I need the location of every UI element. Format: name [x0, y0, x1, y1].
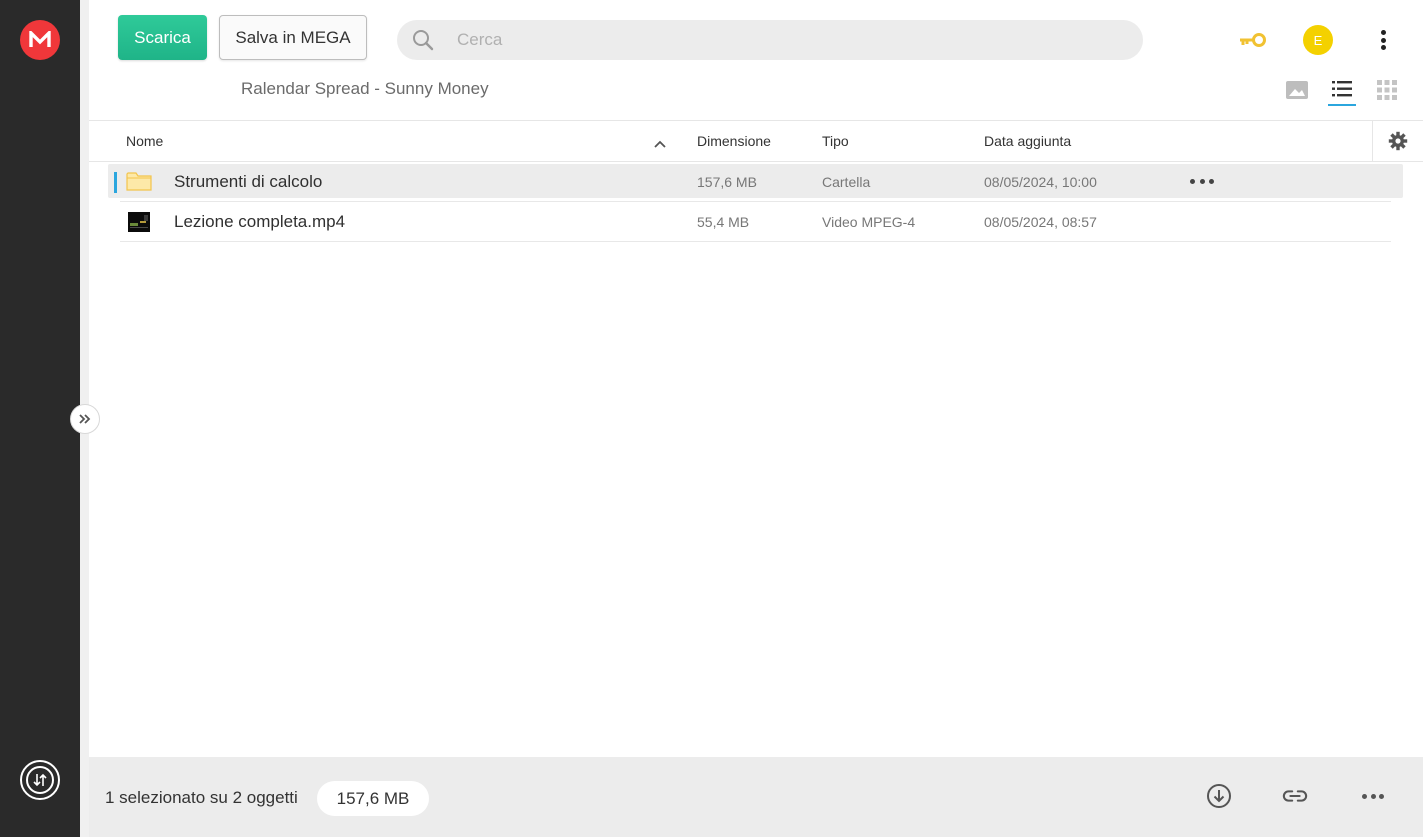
sort-ascending-icon[interactable]: [653, 137, 667, 149]
header-divider: [89, 120, 1423, 121]
save-to-mega-button[interactable]: Salva in MEGA: [219, 15, 367, 60]
file-name: Lezione completa.mp4: [174, 212, 346, 231]
link-icon[interactable]: [1282, 783, 1308, 809]
mega-logo-icon[interactable]: [20, 20, 60, 60]
file-name: Strumenti di calcolo: [174, 172, 323, 191]
file-size: 157,6 MB: [697, 174, 757, 190]
left-rail: [0, 0, 80, 837]
column-header-date-added[interactable]: Data aggiunta: [984, 133, 1071, 149]
avatar[interactable]: E: [1303, 25, 1333, 55]
row-divider: [120, 201, 1391, 202]
transfers-icon[interactable]: [20, 760, 60, 800]
download-icon[interactable]: [1206, 783, 1232, 809]
list-view-icon[interactable]: [1328, 78, 1356, 106]
search-icon: [411, 28, 435, 52]
column-header-type[interactable]: Tipo: [822, 133, 849, 149]
grid-view-icon[interactable]: [1376, 79, 1398, 101]
file-date-added: 08/05/2024, 08:57: [984, 214, 1097, 230]
file-type: Cartella: [822, 174, 871, 190]
more-vertical-icon[interactable]: [1371, 27, 1395, 53]
row-divider: [120, 241, 1391, 242]
table-row[interactable]: Lezione completa.mp4 55,4 MB Video MPEG-…: [108, 204, 1403, 238]
file-date-added: 08/05/2024, 10:00: [984, 174, 1097, 190]
selection-summary: 1 selezionato su 2 oggetti: [105, 788, 298, 807]
key-icon[interactable]: [1237, 28, 1269, 52]
table-row[interactable]: Strumenti di calcolo 157,6 MB Cartella 0…: [108, 164, 1403, 198]
gear-icon: [1388, 131, 1408, 151]
folder-icon: [126, 170, 152, 197]
more-horizontal-icon[interactable]: [1190, 174, 1214, 188]
selection-footer: 1 selezionato su 2 oggetti 157,6 MB: [89, 757, 1423, 837]
more-horizontal-icon[interactable]: [1362, 791, 1384, 801]
thumbnail-view-icon[interactable]: [1285, 79, 1309, 101]
selection-indicator: [114, 172, 117, 193]
download-button[interactable]: Scarica: [118, 15, 207, 60]
file-type: Video MPEG-4: [822, 214, 916, 230]
search-input[interactable]: [457, 30, 1057, 50]
folder-title: Ralendar Spread - Sunny Money: [241, 79, 489, 98]
column-settings-button[interactable]: [1372, 121, 1423, 161]
search-bar[interactable]: [397, 20, 1143, 60]
double-chevron-right-icon: [79, 414, 91, 424]
column-header-size[interactable]: Dimensione: [697, 133, 771, 149]
selection-size-badge: 157,6 MB: [317, 781, 429, 816]
file-size: 55,4 MB: [697, 214, 750, 230]
table-header-divider: [89, 161, 1423, 162]
expand-sidebar-button[interactable]: [70, 404, 100, 434]
column-header-name[interactable]: Nome: [126, 133, 163, 149]
video-thumbnail-icon: [128, 212, 150, 237]
